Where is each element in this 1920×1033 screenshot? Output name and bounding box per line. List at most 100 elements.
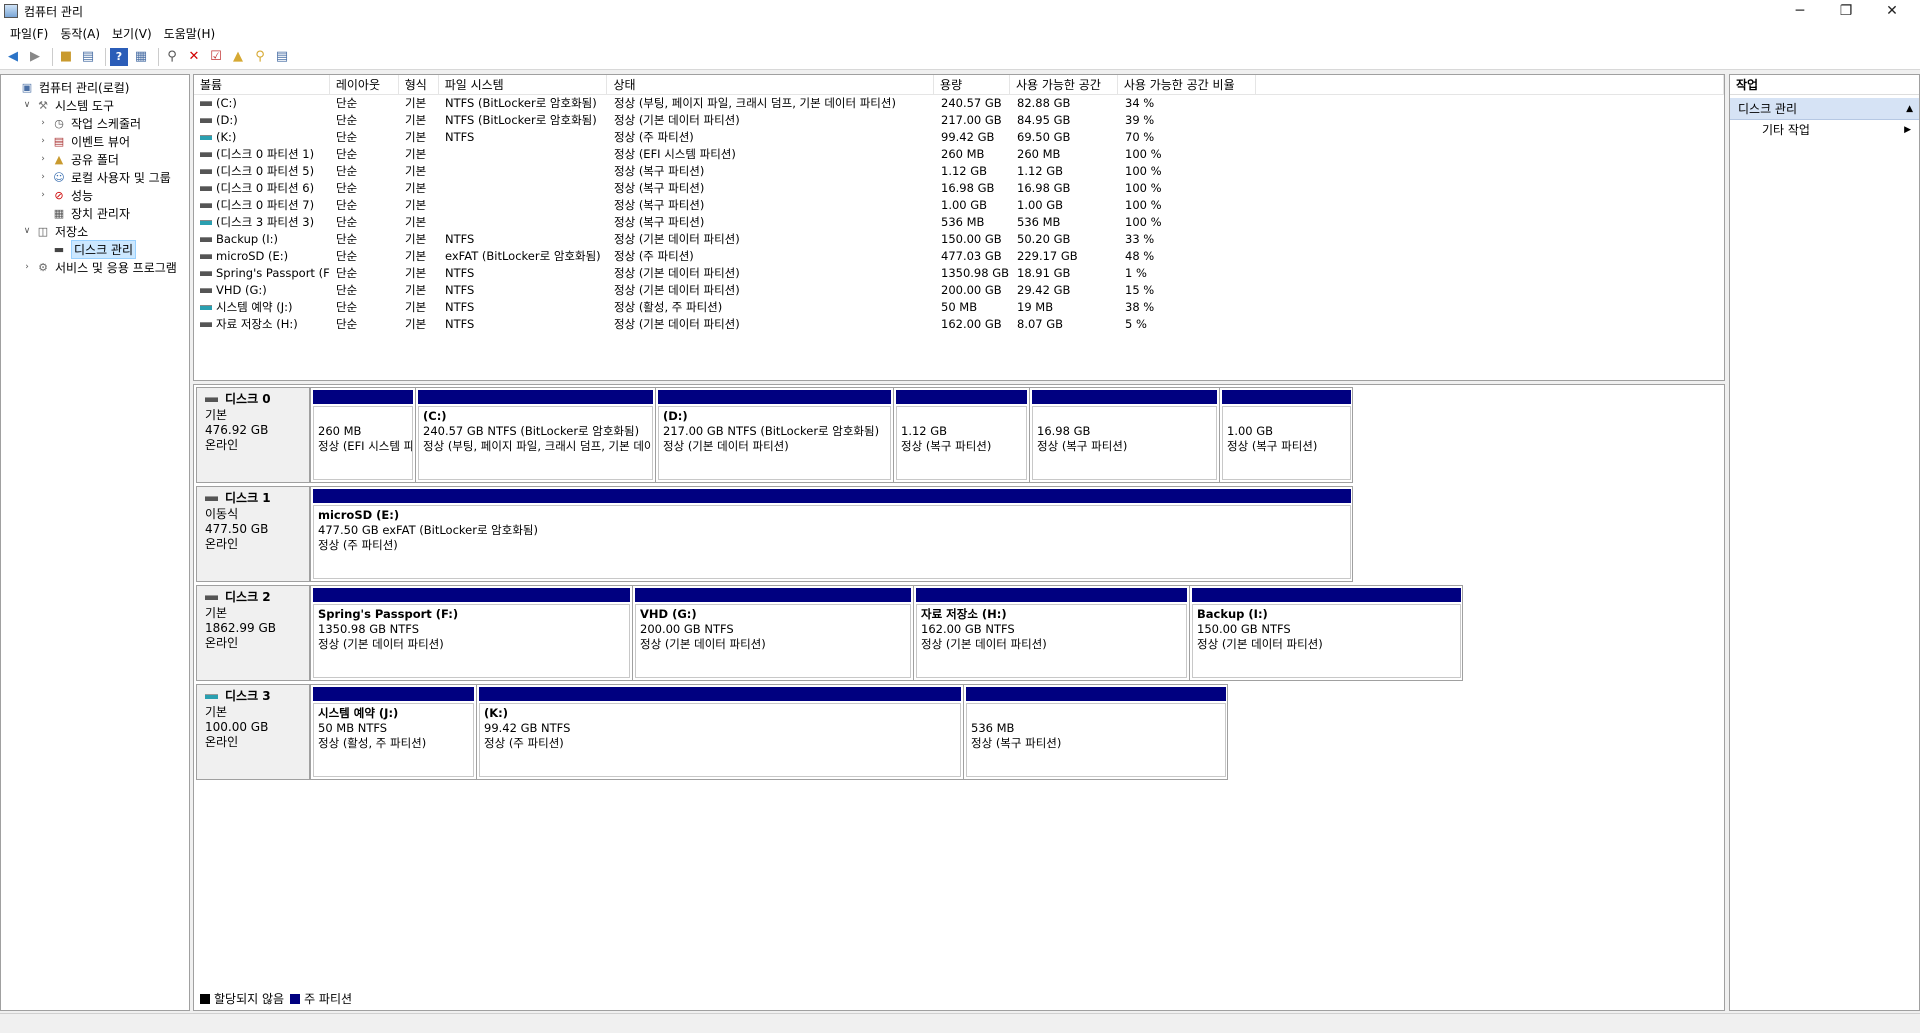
volume-row[interactable]: (D:) 단순 기본 NTFS (BitLocker로 암호화됨) 정상 (기본 데이터… <box>194 112 1724 129</box>
volume-row[interactable]: (C:) 단순 기본 NTFS (BitLocker로 암호화됨) 정상 (부팅, 페이… <box>194 95 1724 112</box>
column-layout[interactable]: 레이아웃 <box>330 75 399 94</box>
volume-drive-icon <box>200 322 212 327</box>
volume-row[interactable]: VHD (G:) 단순 기본 NTFS 정상 (기본 데이터 파티션) 200.00 GB… <box>194 282 1724 299</box>
volume-cell-capacity: 1350.98 GB <box>941 266 1010 280</box>
collapse-icon[interactable]: ▲ <box>1906 98 1913 119</box>
column-capacity[interactable]: 용량 <box>934 75 1010 94</box>
partition-block[interactable]: 536 MB 정상 (복구 파티션) <box>963 685 1228 779</box>
volume-cell-pct: 33 % <box>1125 232 1155 246</box>
volume-row[interactable]: (디스크 0 파티션 5) 단순 기본 정상 (복구 파티션) 1.12 GB 1.12 … <box>194 163 1724 180</box>
partition-status: 정상 (EFI 시스템 파티션) <box>318 439 412 453</box>
volume-cell-layout: 단순 <box>336 266 358 280</box>
tree-node[interactable]: › ☺ 로컬 사용자 및 그룹 <box>1 168 189 186</box>
action-more-actions[interactable]: 기타 작업 ▶ <box>1730 120 1919 140</box>
close-button[interactable]: ✕ <box>1869 0 1915 22</box>
volume-cell-type: 기본 <box>405 113 427 127</box>
collapsed-chevron-icon[interactable]: › <box>37 154 49 164</box>
tree-node[interactable]: › ▤ 이벤트 뷰어 <box>1 132 189 150</box>
column-type[interactable]: 형식 <box>399 75 439 94</box>
volume-row[interactable]: (디스크 0 파티션 1) 단순 기본 정상 (EFI 시스템 파티션) 260 MB 2… <box>194 146 1724 163</box>
volume-row[interactable]: (K:) 단순 기본 NTFS 정상 (주 파티션) 99.42 GB 69.50 GB 70… <box>194 129 1724 146</box>
partition-title: 자료 저장소 (H:) <box>921 607 1007 621</box>
partition-block[interactable]: Backup (I:) 150.00 GB NTFS 정상 (기본 데이터 파티션) <box>1189 586 1463 680</box>
minimize-button[interactable]: ─ <box>1777 0 1823 22</box>
column-percent-free[interactable]: 사용 가능한 공간 비율 <box>1118 75 1256 94</box>
partition-block[interactable]: Spring's Passport (F:) 1350.98 GB NTFS 정상 … <box>310 586 632 680</box>
volume-row[interactable]: (디스크 3 파티션 3) 단순 기본 정상 (복구 파티션) 536 MB 536 MB… <box>194 214 1724 231</box>
expanded-chevron-icon[interactable]: ∨ <box>21 100 33 110</box>
partition-size: 150.00 GB NTFS <box>1197 622 1291 636</box>
volume-row[interactable]: (디스크 0 파티션 6) 단순 기본 정상 (복구 파티션) 16.98 GB 16.9… <box>194 180 1724 197</box>
partition-block[interactable]: VHD (G:) 200.00 GB NTFS 정상 (기본 데이터 파티션) <box>632 586 913 680</box>
menu-help[interactable]: 도움말(H) <box>160 25 224 42</box>
volume-cell-name: Spring's Passport (F:) <box>194 265 330 282</box>
partition-block[interactable]: 자료 저장소 (H:) 162.00 GB NTFS 정상 (기본 데이터 파티션) <box>913 586 1189 680</box>
tree-node[interactable]: › ⊘ 성능 <box>1 186 189 204</box>
tree-node[interactable]: ▬ 디스크 관리 <box>1 239 189 259</box>
volume-row[interactable]: 시스템 예약 (J:) 단순 기본 NTFS 정상 (활성, 주 파티션) 50 MB 19… <box>194 299 1724 316</box>
menu-view[interactable]: 보기(V) <box>108 25 160 42</box>
disk-state: 온라인 <box>205 438 239 452</box>
partition-block[interactable]: (D:) 217.00 GB NTFS (BitLocker로 암호화됨) 정상 (… <box>655 388 893 482</box>
volume-drive-icon <box>200 186 212 191</box>
volume-cell-status: 정상 (기본 데이터 파티션) <box>614 113 740 127</box>
column-file-system[interactable]: 파일 시스템 <box>439 75 608 94</box>
partition-block[interactable]: 16.98 GB 정상 (복구 파티션) <box>1029 388 1219 482</box>
collapsed-chevron-icon[interactable]: › <box>37 118 49 128</box>
partition-size: 1350.98 GB NTFS <box>318 622 420 636</box>
disk-info[interactable]: 디스크 2 기본 1862.99 GB 온라인 <box>196 585 310 681</box>
search-icon[interactable]: ⚲ <box>251 48 269 66</box>
volume-cell-pct: 100 % <box>1125 147 1162 161</box>
volume-cell-name: (D:) <box>194 112 330 129</box>
partition-block[interactable]: (K:) 99.42 GB NTFS 정상 (주 파티션) <box>476 685 963 779</box>
volume-row[interactable]: Spring's Passport (F:) 단순 기본 NTFS 정상 (기본 데이터… <box>194 265 1724 282</box>
volume-name: (K:) <box>216 130 237 144</box>
check-icon[interactable]: ☑ <box>207 48 225 66</box>
collapsed-chevron-icon[interactable]: › <box>37 190 49 200</box>
back-icon[interactable]: ◀ <box>4 48 22 66</box>
column-status[interactable]: 상태 <box>607 75 935 94</box>
disk-info[interactable]: 디스크 0 기본 476.92 GB 온라인 <box>196 387 310 483</box>
volume-cell-free: 82.88 GB <box>1017 96 1071 110</box>
help-icon[interactable]: ? <box>110 47 128 66</box>
delete-icon[interactable]: ✕ <box>185 48 203 66</box>
tree-node[interactable]: › ▲ 공유 폴더 <box>1 150 189 168</box>
up-icon[interactable]: ■ <box>57 48 75 66</box>
forward-icon[interactable]: ▶ <box>26 48 44 66</box>
collapsed-chevron-icon[interactable]: › <box>21 262 33 272</box>
properties-icon[interactable]: ▦ <box>132 48 150 66</box>
partition-block[interactable]: (C:) 240.57 GB NTFS (BitLocker로 암호화됨) 정상 (… <box>415 388 655 482</box>
disk-info[interactable]: 디스크 3 기본 100.00 GB 온라인 <box>196 684 310 780</box>
menu-file[interactable]: 파일(F) <box>6 25 56 42</box>
partition-block[interactable]: 1.12 GB 정상 (복구 파티션) <box>893 388 1029 482</box>
partition-block[interactable]: 1.00 GB 정상 (복구 파티션) <box>1219 388 1353 482</box>
expanded-chevron-icon[interactable]: ∨ <box>21 226 33 236</box>
column-volume[interactable]: 볼륨 <box>194 75 330 94</box>
collapsed-chevron-icon[interactable]: › <box>37 136 49 146</box>
show-hide-tree-icon[interactable]: ▤ <box>79 48 97 66</box>
partition-status: 정상 (주 파티션) <box>318 538 398 552</box>
partition-block[interactable]: 시스템 예약 (J:) 50 MB NTFS 정상 (활성, 주 파티션) <box>310 685 476 779</box>
menu-action[interactable]: 동작(A) <box>56 25 108 42</box>
folder-icon[interactable]: ▲ <box>229 48 247 66</box>
tree-node[interactable]: ∨ ◫ 저장소 <box>1 222 189 240</box>
partition-block[interactable]: 260 MB정상 (EFI 시스템 파티션) <box>310 388 415 482</box>
volume-row[interactable]: Backup (I:) 단순 기본 NTFS 정상 (기본 데이터 파티션) 150.00… <box>194 231 1724 248</box>
disk-info[interactable]: 디스크 1 이동식 477.50 GB 온라인 <box>196 486 310 582</box>
volume-cell-pct: 5 % <box>1125 317 1147 331</box>
collapsed-chevron-icon[interactable]: › <box>37 172 49 182</box>
column-free-space[interactable]: 사용 가능한 공간 <box>1010 75 1118 94</box>
connect-icon[interactable]: ⚲ <box>163 48 181 66</box>
volume-row[interactable]: microSD (E:) 단순 기본 exFAT (BitLocker로 암호화됨) 정… <box>194 248 1724 265</box>
tree-node[interactable]: › ⚙ 서비스 및 응용 프로그램 <box>1 258 189 276</box>
tree-node[interactable]: ∨ ⚒ 시스템 도구 <box>1 96 189 114</box>
tree-node[interactable]: ▣ 컴퓨터 관리(로컬) <box>1 78 189 96</box>
partition-block[interactable]: microSD (E:) 477.50 GB exFAT (BitLocker로 … <box>310 487 1353 581</box>
restore-button[interactable]: ❐ <box>1823 0 1869 22</box>
detail-icon[interactable]: ▤ <box>273 48 291 66</box>
tree-node[interactable]: ▦ 장치 관리자 <box>1 204 189 222</box>
volume-row[interactable]: 자료 저장소 (H:) 단순 기본 NTFS 정상 (기본 데이터 파티션) 162.00… <box>194 316 1724 333</box>
volume-row[interactable]: (디스크 0 파티션 7) 단순 기본 정상 (복구 파티션) 1.00 GB 1.00 … <box>194 197 1724 214</box>
action-section-disk-management[interactable]: 디스크 관리 ▲ <box>1730 98 1919 120</box>
tree-node[interactable]: › ◷ 작업 스케줄러 <box>1 114 189 132</box>
